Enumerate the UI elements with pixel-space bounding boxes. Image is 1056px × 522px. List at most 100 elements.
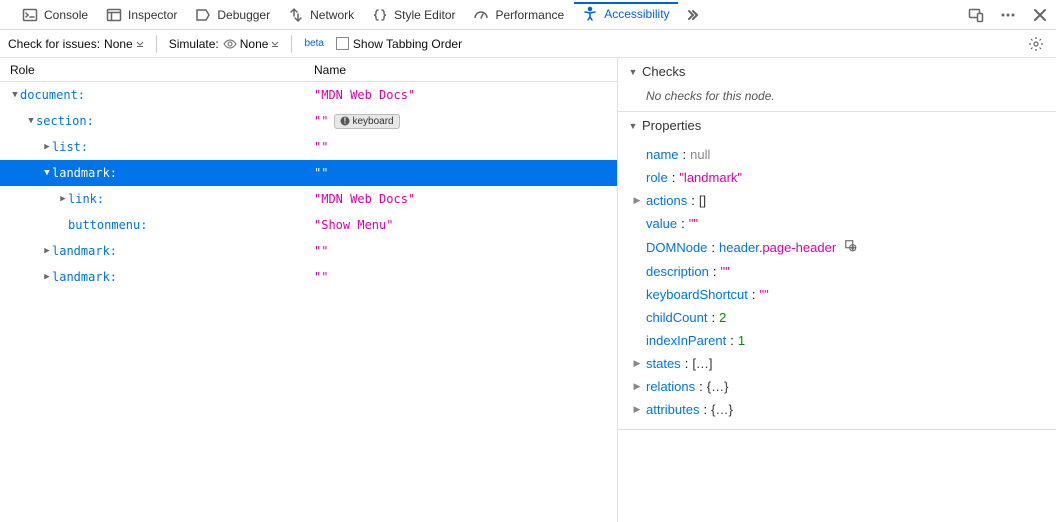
tree-row[interactable]: ▼ landmark: ""	[0, 160, 617, 186]
inspect-node-icon[interactable]	[844, 239, 858, 256]
chevron-down-icon[interactable]: ▼	[42, 168, 52, 178]
prop-value: […]	[692, 356, 712, 371]
tree-body: ▼ document:"MDN Web Docs"▼ section:""!ke…	[0, 82, 617, 290]
prop-value: null	[690, 147, 710, 162]
chevron-right-icon[interactable]: ▶	[58, 194, 68, 204]
prop-value: 1	[738, 333, 745, 348]
col-role[interactable]: Role	[0, 63, 308, 77]
property-row[interactable]: ▶states: […]	[646, 352, 1042, 375]
name-cell: ""	[308, 244, 617, 258]
dock-side-icon[interactable]	[4, 11, 12, 19]
overflow-icon[interactable]	[680, 3, 704, 27]
name-cell: "Show Menu"	[308, 218, 617, 232]
name-text: "MDN Web Docs"	[314, 88, 415, 102]
prop-key: keyboardShortcut	[646, 287, 748, 302]
col-name[interactable]: Name	[308, 63, 617, 77]
property-row[interactable]: name: null	[646, 143, 1042, 166]
tree-row[interactable]: ▶ landmark:""	[0, 238, 617, 264]
tab-network[interactable]: Network	[280, 3, 362, 27]
chevron-right-icon[interactable]: ▶	[42, 272, 52, 282]
chevron-down-icon[interactable]: ▼	[26, 116, 36, 126]
chevron-right-icon[interactable]: ▶	[42, 246, 52, 256]
chevron-down-icon[interactable]: ▼	[10, 90, 20, 100]
property-row[interactable]: value: ""	[646, 212, 1042, 235]
name-text: "Show Menu"	[314, 218, 393, 232]
properties-section: ▼ Properties name: nullrole: "landmark"▶…	[618, 112, 1056, 430]
tab-accessibility[interactable]: Accessibility	[574, 2, 677, 26]
tab-debugger[interactable]: Debugger	[187, 3, 278, 27]
svg-text:!: !	[344, 117, 347, 126]
chevron-right-icon[interactable]: ▶	[632, 195, 642, 206]
properties-header[interactable]: ▼ Properties	[618, 112, 1056, 139]
meatball-icon[interactable]	[996, 3, 1020, 27]
property-row[interactable]: ▶attributes: {…}	[646, 398, 1042, 421]
chevron-right-icon[interactable]: ▶	[42, 142, 52, 152]
role-cell: ▼ landmark:	[0, 166, 308, 180]
tab-console[interactable]: Console	[14, 3, 96, 27]
tree-row[interactable]: ▶ link:"MDN Web Docs"	[0, 186, 617, 212]
tabbing-order-checkbox[interactable]: Show Tabbing Order	[336, 37, 462, 51]
tree-row[interactable]: ▶ landmark:""	[0, 264, 617, 290]
prop-key: role	[646, 170, 668, 185]
simulate-label: Simulate:	[169, 37, 219, 51]
tree-row[interactable]: ▶ list:""	[0, 134, 617, 160]
name-cell: ""!keyboard	[308, 114, 617, 129]
properties-body: name: nullrole: "landmark"▶actions: []va…	[618, 139, 1056, 429]
property-row[interactable]: indexInParent: 1	[646, 329, 1042, 352]
tree-row[interactable]: ▼ document: "MDN Web Docs"	[0, 82, 617, 108]
simulate-dropdown[interactable]: None	[223, 37, 280, 51]
prop-value: ""	[689, 216, 698, 231]
chevron-right-icon[interactable]: ▶	[632, 358, 642, 369]
prop-key: indexInParent	[646, 333, 726, 348]
tab-label: Performance	[495, 8, 564, 22]
property-row[interactable]: ▶actions: []	[646, 189, 1042, 212]
prop-key: states	[646, 356, 681, 371]
chevron-right-icon[interactable]: ▶	[632, 404, 642, 415]
property-row[interactable]: childCount: 2	[646, 306, 1042, 329]
prop-key: DOMNode	[646, 240, 707, 255]
prop-value: ""	[721, 264, 730, 279]
prop-value: {…}	[707, 379, 729, 394]
role-text: section:	[36, 114, 94, 128]
role-cell: ▶ link:	[0, 192, 308, 206]
name-cell: "MDN Web Docs"	[308, 88, 617, 102]
property-row[interactable]: keyboardShortcut: ""	[646, 283, 1042, 306]
prop-key: actions	[646, 193, 687, 208]
name-text: ""	[314, 166, 328, 180]
role-cell: ▶ landmark:	[0, 270, 308, 284]
tab-styleeditor[interactable]: Style Editor	[364, 3, 463, 27]
name-cell: ""	[308, 166, 617, 180]
property-row[interactable]: role: "landmark"	[646, 166, 1042, 189]
keyboard-badge[interactable]: !keyboard	[334, 114, 399, 129]
prop-key: relations	[646, 379, 695, 394]
checks-section: ▼ Checks No checks for this node.	[618, 58, 1056, 112]
gear-icon[interactable]	[1024, 32, 1048, 56]
tree-row[interactable]: buttonmenu: "Show Menu"	[0, 212, 617, 238]
check-issues-dropdown[interactable]: None	[104, 37, 144, 51]
role-text: document:	[20, 88, 85, 102]
tree-row[interactable]: ▼ section:""!keyboard	[0, 108, 617, 134]
beta-badge: beta	[304, 38, 323, 49]
tab-performance[interactable]: Performance	[465, 3, 572, 27]
responsive-icon[interactable]	[964, 3, 988, 27]
role-cell: ▶ landmark:	[0, 244, 308, 258]
prop-value: {…}	[711, 402, 733, 417]
property-row[interactable]: description: ""	[646, 260, 1042, 283]
checks-header[interactable]: ▼ Checks	[618, 58, 1056, 85]
tab-inspector[interactable]: Inspector	[98, 3, 185, 27]
role-cell: ▼ section:	[0, 114, 308, 128]
tab-label: Debugger	[217, 8, 270, 22]
tab-label: Style Editor	[394, 8, 455, 22]
chevron-down-icon: ▼	[628, 67, 638, 77]
details-panel: ▼ Checks No checks for this node. ▼ Prop…	[618, 58, 1056, 522]
property-row[interactable]: ▶relations: {…}	[646, 375, 1042, 398]
close-icon[interactable]	[1028, 3, 1052, 27]
name-cell: ""	[308, 270, 617, 284]
role-text: buttonmenu:	[68, 218, 147, 232]
role-text: link:	[68, 192, 104, 206]
chevron-right-icon[interactable]: ▶	[632, 381, 642, 392]
tab-label: Network	[310, 8, 354, 22]
tab-label: Inspector	[128, 8, 177, 22]
property-row[interactable]: DOMNode: header.page-header	[646, 235, 1042, 260]
checkbox-icon	[336, 37, 349, 50]
